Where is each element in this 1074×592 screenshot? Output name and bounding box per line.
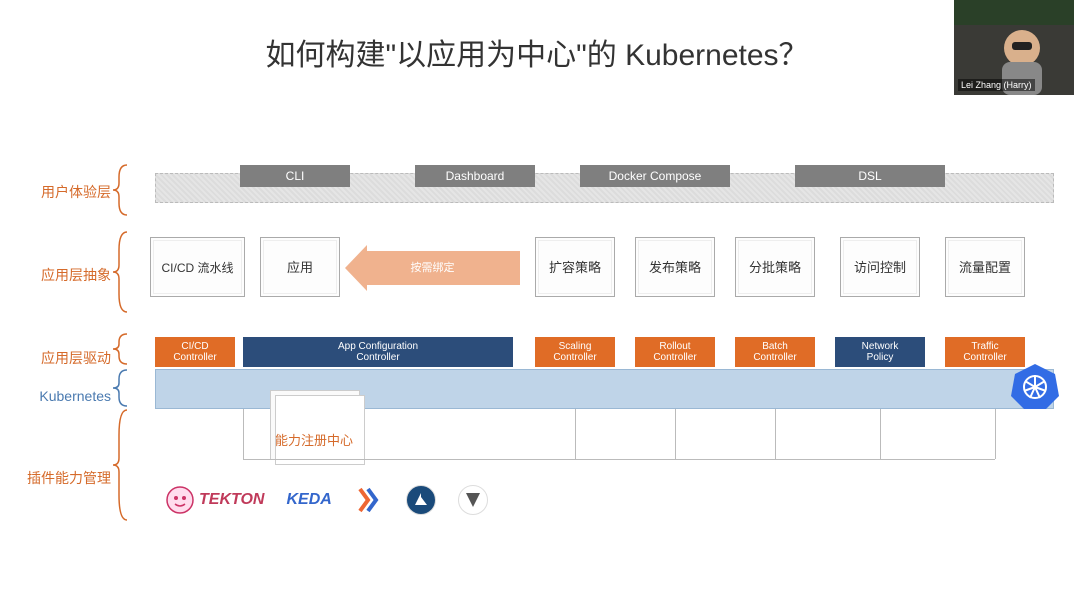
brace-plugin (113, 410, 131, 520)
presenter-video: Lei Zhang (Harry) (954, 0, 1074, 95)
doc-release: 发布策略 (635, 237, 715, 297)
layer-plugin-label: 插件能力管理 (27, 468, 111, 488)
doc-pipeline: CI/CD 流水线 (150, 237, 245, 297)
conn-netpol (880, 409, 881, 459)
logo-flagger (354, 483, 384, 517)
ctrl-rollout: Rollout Controller (635, 337, 715, 367)
ctrl-cicd: CI/CD Controller (155, 337, 235, 367)
logo-istio (406, 485, 436, 515)
doc-app: 应用 (260, 237, 340, 297)
conn-left (243, 409, 244, 459)
brace-abs (113, 232, 131, 312)
layer-ux-label: 用户体验层 (41, 182, 111, 202)
layer-drive-label: 应用层驱动 (41, 348, 111, 368)
brace-ux (113, 165, 131, 215)
logo-tekton: TEKTON (165, 483, 264, 517)
conn-traffic (995, 409, 996, 459)
ctrl-batch: Batch Controller (735, 337, 815, 367)
logo-vault (458, 485, 488, 515)
logo-keda: KEDA (286, 483, 331, 517)
ctrl-scaling: Scaling Controller (535, 337, 615, 367)
conn-batch (775, 409, 776, 459)
conn-horizontal (243, 459, 995, 460)
layer-abs-label: 应用层抽象 (41, 265, 111, 285)
doc-scale: 扩容策略 (535, 237, 615, 297)
brace-kube (113, 370, 131, 406)
presenter-name: Lei Zhang (Harry) (958, 79, 1035, 91)
arrow-label: 按需绑定 (345, 251, 520, 285)
doc-traffic: 流量配置 (945, 237, 1025, 297)
ctrl-appcfg: App Configuration Controller (243, 337, 513, 367)
brace-drive (113, 334, 131, 364)
ux-tab-cli: CLI (240, 165, 350, 187)
doc-batch: 分批策略 (735, 237, 815, 297)
conn-scaling (575, 409, 576, 459)
ux-tab-dashboard: Dashboard (415, 165, 535, 187)
layer-kube-label: Kubernetes (39, 388, 111, 404)
registry-label: 能力注册中心 (275, 430, 353, 449)
conn-rollout (675, 409, 676, 459)
kubernetes-icon (1010, 361, 1060, 411)
ux-tab-dsl: DSL (795, 165, 945, 187)
ctrl-netpol: Network Policy (835, 337, 925, 367)
bind-arrow: 按需绑定 (345, 251, 520, 285)
plugin-logos: TEKTON KEDA (165, 483, 488, 517)
doc-access: 访问控制 (840, 237, 920, 297)
slide-title: 如何构建"以应用为中心"的 Kubernetes？ (0, 30, 1074, 74)
ux-tab-docker-compose: Docker Compose (580, 165, 730, 187)
